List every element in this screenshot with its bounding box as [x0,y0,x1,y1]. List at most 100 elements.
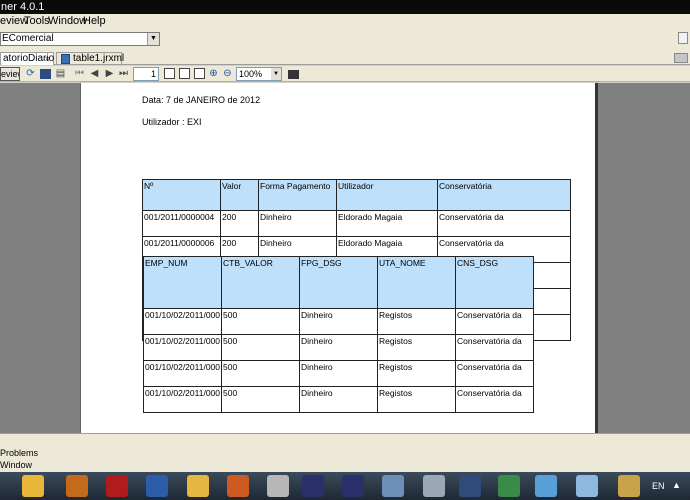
reload-icon[interactable]: ⟳ [25,68,36,79]
table-cell: Registos [377,386,456,413]
preview-button[interactable]: eview [0,67,20,81]
table-header-cell: Conservatória [437,179,571,211]
report-user: Utilizador : EXI [142,117,202,127]
table-header-cell: Forma Pagamento [258,179,337,211]
table-header-cell: EMP_NUM [143,256,222,309]
report-date: Data: 7 de JANEIRO de 2012 [142,95,261,105]
outlook-icon[interactable] [187,475,209,497]
table-cell: 001/10/02/2011/000 [143,308,222,335]
table-cell: 001/10/02/2011/000 [143,334,222,361]
zoom-value: 100% [239,69,263,79]
table-cell: 500 [221,360,300,387]
preview-toolbar: eview ⟳ ▤ ⏮ ◀ ▶ ⏭ 1 ⊕ ⊖ 100% ▼ [0,66,690,82]
chevron-down-icon[interactable]: ▼ [271,68,281,80]
chevron-down-icon[interactable]: ▼ [147,33,159,45]
maximize-icon[interactable] [678,32,688,44]
table-cell: Registos [377,334,456,361]
word-icon[interactable] [146,475,168,497]
tab-relatorio-diario[interactable]: atorioDiario × [0,52,54,65]
datasource-select[interactable]: EComercial ▼ [0,32,160,46]
table-header-cell: Valor [220,179,259,211]
media-player-icon[interactable] [66,475,88,497]
database-icon[interactable] [423,475,445,497]
table-cell: 500 [221,386,300,413]
table-header-cell: CNS_DSG [455,256,534,309]
table-cell: Conservatória da [455,334,534,361]
fit-page-icon[interactable] [179,68,190,79]
zoom-select[interactable]: 100% ▼ [236,67,282,81]
table-cell: Conservatória da [455,386,534,413]
gtalk-icon[interactable] [535,475,557,497]
actual-size-icon[interactable] [164,68,175,79]
table-cell: Dinheiro [299,308,378,335]
table-cell: 001/2011/0000004 [142,210,221,237]
table-header-cell: CTB_VALOR [221,256,300,309]
virtualbox-icon[interactable] [576,475,598,497]
report-canvas[interactable]: Data: 7 de JANEIRO de 2012 Utilizador : … [0,83,690,433]
terminal-icon[interactable] [267,475,289,497]
app-icon[interactable] [459,475,481,497]
table-cell: 001/10/02/2011/000 [143,386,222,413]
zoom-out-icon[interactable]: ⊖ [222,68,233,79]
table-header-cell: UTA_NOME [377,256,456,309]
spreadsheet-icon[interactable] [498,475,520,497]
window-title-bar: ner 4.0.1 [0,0,690,14]
chevron-up-icon[interactable]: ▲ [672,480,681,490]
tab-table1[interactable]: table1.jrxml [56,52,125,65]
page-shadow [595,83,598,433]
datasource-row: EComercial ▼ [0,28,690,50]
datasource-value: EComercial [2,33,54,44]
explorer-icon[interactable] [22,475,44,497]
table-cell: Dinheiro [299,360,378,387]
problems-panel: Problems Window [0,433,690,472]
preview-label: eview [1,69,19,79]
fit-width-icon[interactable] [194,68,205,79]
ide-window: { "window": { "title": "ner 4.0.1" }, "m… [0,0,690,500]
table-cell: 001/10/02/2011/000 [143,360,222,387]
eclipse-2-icon[interactable] [342,475,364,497]
first-page-icon[interactable]: ⏮ [74,68,85,79]
report-page: Data: 7 de JANEIRO de 2012 Utilizador : … [80,83,595,433]
network-icon[interactable] [382,475,404,497]
table-cell: Conservatória da [455,308,534,335]
menu-window[interactable]: Window [48,14,87,28]
os-taskbar: EN ▲ [0,472,690,500]
pdf-reader-icon[interactable] [106,475,128,497]
zoom-in-icon[interactable]: ⊕ [208,68,219,79]
problems-window-tab[interactable]: Problems Window [0,447,70,470]
language-indicator[interactable]: EN [652,481,665,491]
tray-app-icon[interactable] [618,475,640,497]
table-cell: 500 [221,334,300,361]
editor-tabs: atorioDiario × table1.jrxml [0,50,690,65]
print-icon[interactable]: ▤ [55,68,66,79]
tab-label: table1.jrxml [73,53,125,64]
jrxml-file-icon [61,54,70,64]
table-cell: Conservatória da [437,210,571,237]
save-icon[interactable] [40,69,51,79]
table-cell: Dinheiro [299,334,378,361]
table-cell: 500 [221,308,300,335]
export-icon[interactable] [288,70,299,79]
table-cell: Dinheiro [299,386,378,413]
next-page-icon[interactable]: ▶ [104,68,115,79]
last-page-icon[interactable]: ⏭ [118,68,129,79]
page-number-input[interactable]: 1 [133,67,159,81]
powerpoint-icon[interactable] [227,475,249,497]
window-list-icon[interactable] [674,53,688,63]
table-cell: Eldorado Magaia [336,210,438,237]
table-cell: Dinheiro [258,210,337,237]
table-header-cell: Nº [142,179,221,211]
window-title: ner 4.0.1 [1,1,45,13]
table-cell: Conservatória da [455,360,534,387]
menu-help[interactable]: Help [83,14,106,28]
eclipse-icon[interactable] [302,475,324,497]
close-icon[interactable]: × [45,53,50,65]
table-cell: Registos [377,308,456,335]
table-cell: Registos [377,360,456,387]
menu-bar: eview Tools Window Help [0,14,690,28]
table-header-cell: Utilizador [336,179,438,211]
table-cell: 200 [220,210,259,237]
menu-tools[interactable]: Tools [24,14,50,28]
previous-page-icon[interactable]: ◀ [89,68,100,79]
table-header-cell: FPG_DSG [299,256,378,309]
